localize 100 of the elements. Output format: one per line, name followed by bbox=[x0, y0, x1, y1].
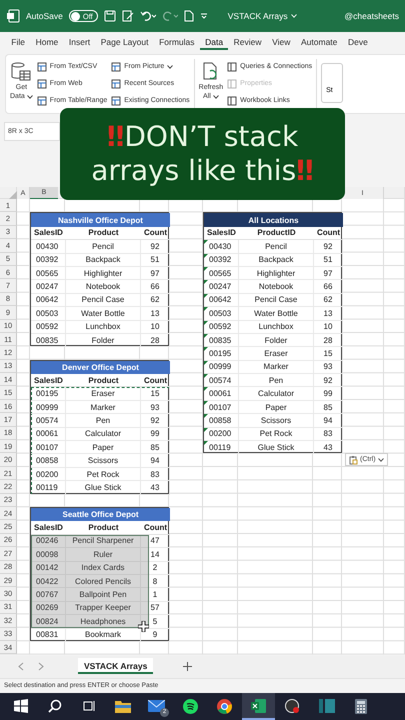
column-heading: Count bbox=[141, 374, 170, 388]
menu-tab[interactable]: View bbox=[266, 34, 296, 50]
table-cell: 00119 bbox=[204, 441, 239, 454]
table-cell: 00565 bbox=[31, 266, 66, 280]
caption-text: ‼DON’T stack bbox=[106, 120, 298, 154]
table-cell: 83 bbox=[141, 468, 170, 482]
customize-caret-icon[interactable] bbox=[200, 12, 208, 20]
table-cell: 00247 bbox=[31, 280, 66, 294]
search-icon bbox=[48, 699, 62, 714]
mail-icon bbox=[148, 700, 165, 712]
table-cell: Notebook bbox=[66, 280, 141, 294]
table-title: All Locations bbox=[204, 213, 343, 227]
spreadsheet-app-icon bbox=[251, 699, 266, 714]
table-cell: 00824 bbox=[31, 615, 66, 628]
table-cell: 00642 bbox=[31, 294, 66, 308]
table-cell: Glue Stick bbox=[66, 481, 141, 495]
menu-tab[interactable]: Review bbox=[228, 34, 267, 50]
table-cell: 51 bbox=[141, 254, 170, 267]
browser-icon bbox=[217, 698, 232, 714]
table-cell: 93 bbox=[141, 400, 170, 414]
table-cell: 99 bbox=[314, 387, 343, 401]
column-heading: SalesID bbox=[204, 226, 239, 240]
table-cell: 00767 bbox=[31, 588, 66, 602]
document-icon bbox=[36, 62, 47, 72]
menu-tab[interactable]: Formulas bbox=[154, 34, 200, 50]
undo-icon[interactable] bbox=[140, 10, 156, 22]
table-cell: 00119 bbox=[31, 481, 66, 495]
column-heading: SalesID bbox=[31, 374, 66, 388]
table-cell: 00592 bbox=[204, 320, 239, 334]
column-heading: Count bbox=[314, 226, 343, 240]
document-icon bbox=[111, 96, 122, 106]
table-cell: 00642 bbox=[204, 294, 239, 308]
panel-icon bbox=[227, 78, 238, 88]
table-cell: 43 bbox=[141, 481, 170, 495]
file-name-button[interactable]: VSTACK Arrays bbox=[228, 11, 297, 21]
table-cell: 00061 bbox=[31, 428, 66, 442]
chevron-icon bbox=[290, 14, 297, 18]
table-cell: 00142 bbox=[31, 562, 66, 575]
table-cell: Water Bottle bbox=[66, 307, 141, 321]
table-cell: Water Bottle bbox=[239, 307, 314, 321]
table-cell: 2 bbox=[141, 562, 170, 575]
table-cell: 47 bbox=[141, 534, 170, 548]
menu-tab[interactable]: Deve bbox=[342, 34, 374, 50]
account-handle: @cheatsheets bbox=[344, 11, 399, 21]
table-cell: Pet Rock bbox=[66, 468, 141, 482]
table-cell: 10 bbox=[141, 320, 170, 334]
table-cell: 00200 bbox=[204, 428, 239, 442]
form-icon[interactable] bbox=[122, 10, 134, 22]
save-icon[interactable] bbox=[104, 10, 116, 22]
menu-tab[interactable]: File bbox=[6, 34, 30, 50]
column-heading: SalesID bbox=[31, 226, 66, 240]
table-cell: Highlighter bbox=[66, 266, 141, 280]
table-cell: 92 bbox=[141, 414, 170, 428]
menu-tab[interactable]: Insert bbox=[64, 34, 96, 50]
table-cell: 00831 bbox=[31, 628, 66, 642]
calculator-icon bbox=[354, 698, 366, 714]
table-cell: Paper bbox=[239, 400, 314, 414]
add-sheet-icon[interactable] bbox=[183, 662, 192, 671]
table-cell: 13 bbox=[141, 307, 170, 321]
table-cell: 15 bbox=[141, 387, 170, 401]
table-cell: Trapper Keeper bbox=[66, 602, 141, 616]
column-heading: ProductID bbox=[239, 226, 314, 240]
panel-icon bbox=[227, 96, 238, 106]
caret-icon bbox=[26, 94, 33, 98]
menu-tab[interactable]: Page Layout bbox=[95, 34, 154, 50]
menu-tab[interactable]: Data bbox=[200, 34, 228, 50]
music-app-icon bbox=[183, 698, 198, 714]
taskbar-button[interactable] bbox=[242, 692, 275, 720]
column-heading: Product bbox=[66, 374, 141, 388]
document-icon bbox=[36, 78, 47, 88]
sheet-tab[interactable]: VSTACK Arrays bbox=[78, 658, 154, 674]
table-cell: 8 bbox=[141, 574, 170, 588]
redo-icon[interactable] bbox=[162, 10, 178, 22]
table-cell: 97 bbox=[314, 266, 343, 280]
table-title: Seattle Office Depot bbox=[31, 508, 170, 522]
table-cell: 00269 bbox=[31, 602, 66, 616]
table-cell: 00195 bbox=[204, 347, 239, 361]
table-cell: Lunchbox bbox=[239, 320, 314, 334]
table-cell: Calculator bbox=[66, 428, 141, 442]
table-cell: 00835 bbox=[204, 334, 239, 348]
autosave-label: AutoSave bbox=[26, 11, 63, 21]
caret-icon bbox=[167, 64, 174, 68]
table-cell: Paper bbox=[66, 441, 141, 454]
table-cell: 28 bbox=[141, 334, 170, 348]
table-cell: Scissors bbox=[66, 454, 141, 468]
new-file-icon[interactable] bbox=[184, 10, 194, 22]
table-cell: Pen bbox=[66, 414, 141, 428]
table-cell: 92 bbox=[141, 240, 170, 254]
menu-tab[interactable]: Automate bbox=[296, 34, 343, 50]
table-cell: 28 bbox=[314, 334, 343, 348]
table-cell: Folder bbox=[66, 334, 141, 348]
table-cell: 00107 bbox=[31, 441, 66, 454]
table-cell: 00999 bbox=[31, 400, 66, 414]
table-cell: Index Cards bbox=[66, 562, 141, 575]
table-cell: 85 bbox=[141, 441, 170, 454]
table-cell: 00430 bbox=[204, 240, 239, 254]
menu-tab[interactable]: Home bbox=[30, 34, 64, 50]
windows-start-icon bbox=[14, 699, 28, 714]
document-icon bbox=[111, 78, 122, 88]
table-cell: 00574 bbox=[31, 414, 66, 428]
